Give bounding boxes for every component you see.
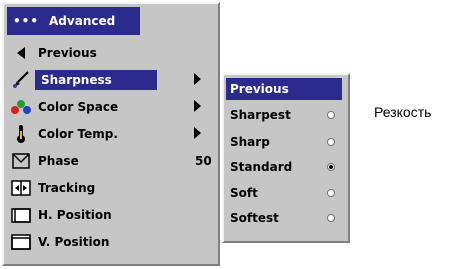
radio-button-selected[interactable] bbox=[327, 163, 335, 171]
advanced-menu: ••• Advanced Previous Sharpness Color Sp… bbox=[2, 2, 220, 266]
color-space-icon bbox=[10, 98, 32, 116]
menu-title: Advanced bbox=[49, 14, 116, 28]
submenu-arrow-icon bbox=[194, 100, 201, 112]
menu-title-bar: ••• Advanced bbox=[7, 7, 140, 35]
menu-item-label: Tracking bbox=[38, 180, 96, 195]
option-sharp[interactable]: Sharp bbox=[230, 130, 346, 154]
radio-button[interactable] bbox=[327, 111, 335, 119]
menu-item-label: Color Temp. bbox=[38, 126, 118, 141]
triangle-left-icon bbox=[10, 44, 32, 62]
menu-item-color-temp[interactable]: Color Temp. bbox=[4, 120, 218, 147]
submenu-arrow-icon bbox=[194, 73, 201, 85]
option-label: Softest bbox=[230, 211, 279, 225]
phase-value: 50 bbox=[195, 153, 212, 168]
menu-item-label: V. Position bbox=[38, 234, 110, 249]
menu-item-label: Color Space bbox=[38, 99, 119, 114]
h-position-icon bbox=[10, 206, 32, 224]
menu-item-label: Previous bbox=[38, 45, 97, 60]
tracking-icon bbox=[10, 179, 32, 197]
menu-item-label: Phase bbox=[38, 153, 79, 168]
menu-item-label: H. Position bbox=[38, 207, 112, 222]
menu-item-sharpness[interactable]: Sharpness bbox=[4, 66, 218, 93]
option-label: Soft bbox=[230, 186, 258, 200]
menu-item-color-space[interactable]: Color Space bbox=[4, 93, 218, 120]
submenu-arrow-icon bbox=[194, 127, 201, 139]
menu-item-phase[interactable]: Phase 50 bbox=[4, 147, 218, 174]
option-softest[interactable]: Softest bbox=[230, 206, 346, 230]
sharpness-brush-icon bbox=[10, 70, 32, 89]
option-label: Standard bbox=[230, 160, 293, 174]
v-position-icon bbox=[10, 233, 32, 251]
menu-item-previous[interactable]: Previous bbox=[4, 39, 218, 66]
radio-button[interactable] bbox=[327, 138, 335, 146]
menu-item-h-position[interactable]: H. Position bbox=[4, 201, 218, 228]
option-soft[interactable]: Soft bbox=[230, 181, 346, 205]
radio-button[interactable] bbox=[327, 189, 335, 197]
radio-button[interactable] bbox=[327, 214, 335, 222]
submenu-previous[interactable]: Previous bbox=[226, 78, 342, 100]
menu-item-label: Sharpness bbox=[35, 69, 157, 90]
option-label: Sharp bbox=[230, 135, 270, 149]
menu-item-tracking[interactable]: Tracking bbox=[4, 174, 218, 201]
option-standard[interactable]: Standard bbox=[230, 155, 346, 179]
sharpness-submenu: Previous Sharpest Sharp Standard Soft So… bbox=[222, 73, 350, 243]
caption-label: Резкость bbox=[374, 104, 432, 120]
menu-item-v-position[interactable]: V. Position bbox=[4, 228, 218, 255]
option-sharpest[interactable]: Sharpest bbox=[230, 103, 346, 127]
thermometer-icon bbox=[10, 124, 32, 143]
phase-icon bbox=[10, 152, 32, 170]
title-dots: ••• bbox=[13, 14, 40, 28]
option-label: Sharpest bbox=[230, 108, 291, 122]
